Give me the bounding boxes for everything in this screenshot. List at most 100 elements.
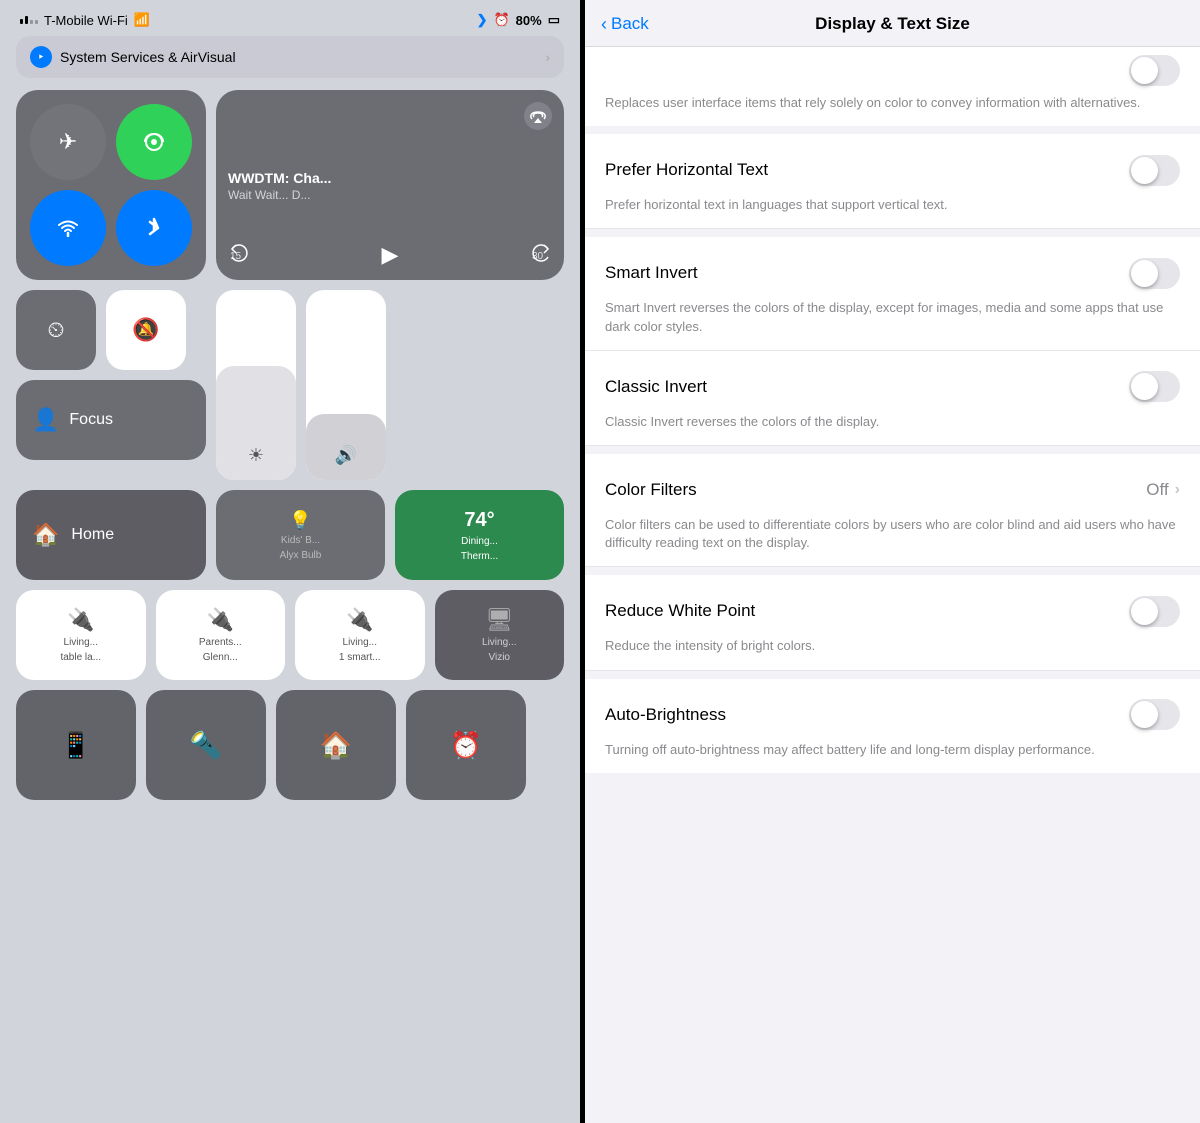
- wifi-button[interactable]: [30, 190, 106, 266]
- media-info: WWDTM: Cha... Wait Wait... D...: [228, 169, 552, 201]
- living-smart-tile[interactable]: 🔌 Living... 1 smart...: [295, 590, 425, 680]
- reduce-white-point-main: Reduce White Point: [605, 589, 1180, 633]
- home-control-icon: 🏠: [320, 730, 352, 761]
- airplay-button[interactable]: [524, 102, 552, 130]
- reduce-white-point-toggle[interactable]: [1129, 596, 1180, 627]
- screen-rotation-button[interactable]: ⏲: [16, 290, 96, 370]
- color-filters-row[interactable]: Color Filters Off › Color filters can be…: [585, 446, 1200, 567]
- table-label: table la...: [60, 652, 101, 663]
- top-description-text: Replaces user interface items that rely …: [605, 95, 1140, 110]
- vizio-label: Vizio: [489, 652, 511, 663]
- media-tile[interactable]: WWDTM: Cha... Wait Wait... D... 15 ▶: [216, 90, 564, 280]
- alyx-label: Alyx Bulb: [280, 550, 322, 561]
- location-icon: ❯: [477, 12, 488, 28]
- quick-actions-row: 📱 🔦 🏠 ⏰: [16, 690, 564, 800]
- prefer-horizontal-toggle[interactable]: [1129, 155, 1180, 186]
- classic-invert-label: Classic Invert: [605, 377, 707, 397]
- fastforward-button[interactable]: 30: [524, 241, 552, 268]
- prefer-horizontal-main: Prefer Horizontal Text: [605, 148, 1180, 192]
- prefer-horizontal-thumb: [1131, 157, 1158, 184]
- auto-brightness-main: Auto-Brightness: [605, 693, 1180, 737]
- color-filters-desc: Color filters can be used to differentia…: [605, 516, 1180, 552]
- smart-label: 1 smart...: [339, 652, 381, 663]
- glenn-label: Glenn...: [203, 652, 238, 663]
- living-label: Living...: [64, 637, 98, 648]
- connectivity-tile[interactable]: ✈: [16, 90, 206, 280]
- thermostat-tile[interactable]: 74° Dining... Therm...: [395, 490, 564, 580]
- media-title: WWDTM: Cha...: [228, 169, 552, 187]
- prefer-horizontal-row: Prefer Horizontal Text Prefer horizontal…: [585, 134, 1200, 229]
- airplane-mode-button[interactable]: ✈: [30, 104, 106, 180]
- living3-label: Living...: [482, 637, 516, 648]
- kids-bulb-tile[interactable]: 💡 Kids' B... Alyx Bulb: [216, 490, 385, 580]
- focus-label: Focus: [69, 411, 113, 429]
- auto-brightness-toggle[interactable]: [1129, 699, 1180, 730]
- brightness-slider[interactable]: ☀: [216, 290, 296, 480]
- reduce-white-point-row: Reduce White Point Reduce the intensity …: [585, 567, 1200, 670]
- back-label: Back: [611, 14, 649, 34]
- prefer-horizontal-label: Prefer Horizontal Text: [605, 160, 768, 180]
- living-vizio-tile[interactable]: 🖥 Living... Vizio: [435, 590, 565, 680]
- classic-invert-thumb: [1131, 373, 1158, 400]
- parents-glenn-tile[interactable]: 🔌 Parents... Glenn...: [156, 590, 286, 680]
- focus-person-icon: 👤: [32, 407, 59, 433]
- back-button[interactable]: ‹ Back: [601, 14, 649, 35]
- signal-bars: [20, 16, 38, 24]
- bluetooth-button[interactable]: [116, 190, 192, 266]
- accessories-row: 🔌 Living... table la... 🔌 Parents... Gle…: [16, 590, 564, 680]
- plug-icon-3: 🔌: [346, 607, 373, 633]
- living2-label: Living...: [343, 637, 377, 648]
- alarm-icon: ⏰: [493, 12, 509, 28]
- smart-invert-toggle[interactable]: [1129, 258, 1180, 289]
- alarm-tile[interactable]: ⏰: [406, 690, 526, 800]
- flashlight-tile[interactable]: 🔦: [146, 690, 266, 800]
- volume-slider[interactable]: 🔊: [306, 290, 386, 480]
- reduce-white-point-thumb: [1131, 598, 1158, 625]
- color-filters-main: Color Filters Off ›: [605, 468, 1180, 512]
- auto-brightness-label: Auto-Brightness: [605, 705, 726, 725]
- battery-label: 80%: [516, 13, 542, 28]
- rewind-button[interactable]: 15: [228, 241, 256, 268]
- smart-invert-desc: Smart Invert reverses the colors of the …: [605, 299, 1180, 335]
- home-control-tile[interactable]: 🏠: [276, 690, 396, 800]
- page-title: Display & Text Size: [815, 14, 970, 34]
- remote-tile[interactable]: 📱: [16, 690, 136, 800]
- cc-content: ✈: [0, 90, 580, 800]
- color-filters-nav: Off ›: [1146, 480, 1180, 500]
- home-tile[interactable]: 🏠 Home: [16, 490, 206, 580]
- plug-icon-1: 🔌: [67, 607, 94, 633]
- living-table-tile[interactable]: 🔌 Living... table la...: [16, 590, 146, 680]
- color-filters-chevron-icon: ›: [1175, 481, 1180, 499]
- cc-row-1: ✈: [16, 90, 564, 280]
- classic-invert-row: Classic Invert Classic Invert reverses t…: [585, 351, 1200, 446]
- banner-location-icon: ‣: [30, 46, 52, 68]
- classic-invert-toggle[interactable]: [1129, 371, 1180, 402]
- remote-icon: 📱: [60, 730, 92, 761]
- flashlight-icon: 🔦: [190, 730, 222, 761]
- signal-bar-4: [35, 20, 38, 24]
- signal-bar-1: [20, 19, 23, 24]
- settings-list: Prefer Horizontal Text Prefer horizontal…: [585, 134, 1200, 773]
- cc-row-2: ⏲ 🔕 👤 Focus ☀ 🔊: [16, 290, 564, 480]
- settings-panel: ‹ Back Display & Text Size Replaces user…: [585, 0, 1200, 1123]
- signal-bar-2: [25, 16, 28, 24]
- banner-chevron-icon: ›: [545, 49, 550, 65]
- kids-b-label: Kids' B...: [281, 535, 320, 546]
- parents-label: Parents...: [199, 637, 242, 648]
- smart-invert-main: Smart Invert: [605, 251, 1180, 295]
- status-left: T-Mobile Wi-Fi 📶: [20, 12, 150, 28]
- focus-tile[interactable]: 👤 Focus: [16, 380, 206, 460]
- smart-invert-row: Smart Invert Smart Invert reverses the c…: [585, 229, 1200, 350]
- auto-brightness-desc: Turning off auto-brightness may affect b…: [605, 741, 1180, 759]
- plug-icon-2: 🔌: [207, 607, 234, 633]
- top-banner[interactable]: ‣ System Services & AirVisual ›: [16, 36, 564, 78]
- auto-brightness-thumb: [1131, 701, 1158, 728]
- silent-mode-button[interactable]: 🔕: [106, 290, 186, 370]
- cc-row-3: 🏠 Home 💡 Kids' B... Alyx Bulb 74° Dining…: [16, 490, 564, 580]
- back-chevron-icon: ‹: [601, 14, 607, 35]
- smart-invert-label: Smart Invert: [605, 263, 698, 283]
- settings-content: Replaces user interface items that rely …: [585, 47, 1200, 1123]
- cellular-button[interactable]: [116, 104, 192, 180]
- play-button[interactable]: ▶: [382, 242, 399, 268]
- wifi-icon: 📶: [134, 12, 150, 28]
